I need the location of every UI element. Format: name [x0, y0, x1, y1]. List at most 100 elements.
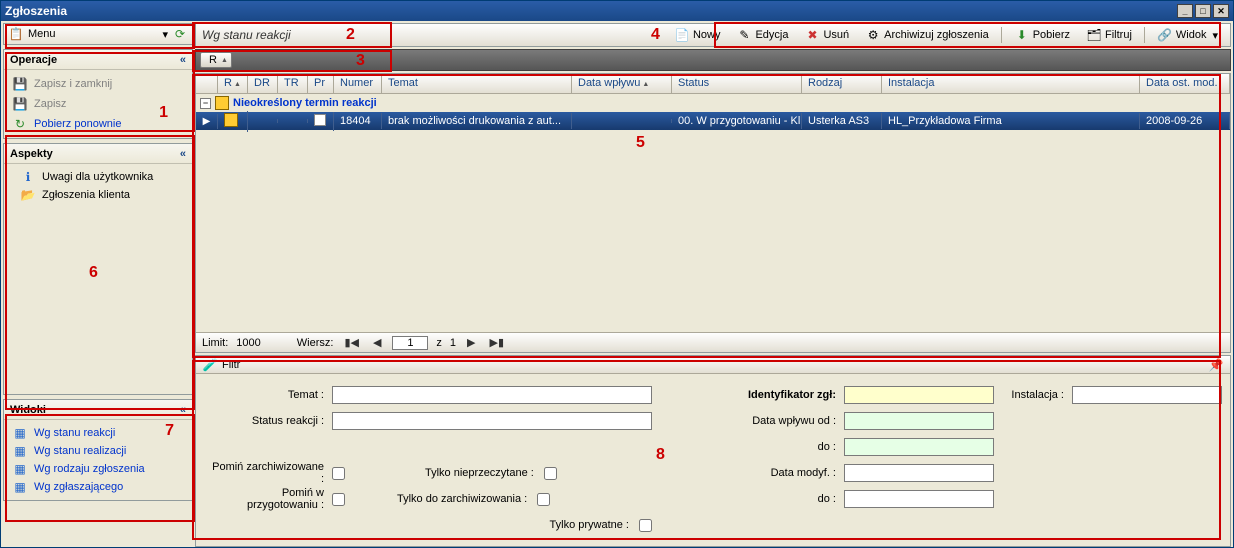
label-data-modyf: Data modyf. :: [710, 467, 840, 479]
col-rodzaj[interactable]: Rodzaj: [802, 74, 882, 93]
check-pomin-przyg[interactable]: [332, 493, 345, 506]
operations-header[interactable]: Operacje «: [4, 50, 192, 70]
minimize-button[interactable]: _: [1177, 4, 1193, 18]
refresh-icon[interactable]: ⟳: [172, 26, 188, 42]
aspects-header[interactable]: Aspekty «: [4, 144, 192, 164]
chevron-up-icon: «: [180, 148, 186, 160]
input-status-reakcji[interactable]: [332, 412, 652, 430]
check-tylko-priv[interactable]: [639, 519, 652, 532]
annotation-7: 7: [165, 422, 174, 440]
input-data-modyf[interactable]: [844, 464, 994, 482]
edit-icon: ✎: [736, 27, 752, 43]
grid-footer: Limit: 1000 Wiersz: ▮◀ ◀ z 1 ▶ ▶▮: [196, 332, 1230, 352]
aspect-user-notes[interactable]: ℹ Uwagi dla użytkownika: [10, 168, 186, 186]
grid-header: R▲ DR TR Pr Numer Temat Data wpływu▲ Sta…: [196, 74, 1230, 94]
label-pomin-zarch: Pomiń zarchiwizowane :: [208, 461, 328, 485]
titlebar: Zgłoszenia _ □ ✕: [1, 1, 1233, 21]
check-tylko-nieprz[interactable]: [544, 467, 557, 480]
header-toolbar: Wg stanu reakcji 2 4 📄Nowy ✎Edycja ✖Usuń…: [195, 23, 1231, 47]
next-page-button[interactable]: ▶: [464, 336, 478, 349]
group-chip-r[interactable]: R: [200, 52, 232, 68]
col-r[interactable]: R▲: [218, 74, 248, 93]
page-input[interactable]: [392, 336, 428, 350]
view-icon: ▦: [12, 479, 28, 495]
group-row[interactable]: − Nieokreślony termin reakcji: [196, 94, 1230, 112]
group-label: Nieokreślony termin reakcji: [233, 97, 377, 109]
edit-button[interactable]: ✎Edycja: [730, 24, 794, 46]
annotation-4: 4: [651, 26, 660, 44]
cell-instalacja: HL_Przykładowa Firma: [882, 113, 1140, 129]
current-view-title: Wg stanu reakcji: [202, 28, 392, 42]
label-status-reakcji: Status reakcji :: [208, 415, 328, 427]
views-header[interactable]: Widoki «: [4, 400, 192, 420]
label-tylko-do-arch: Tylko do zarchiwizowania :: [397, 493, 531, 505]
views-title: Widoki: [10, 404, 46, 416]
label-tylko-priv: Tylko prywatne :: [550, 519, 633, 531]
filter-button[interactable]: 🗂Filtruj: [1080, 24, 1138, 46]
gear-icon: ⚙: [865, 27, 881, 43]
refresh-icon: ↻: [12, 116, 28, 132]
col-numer[interactable]: Numer: [334, 74, 382, 93]
archive-button[interactable]: ⚙Archiwizuj zgłoszenia: [859, 24, 995, 46]
close-button[interactable]: ✕: [1213, 4, 1229, 18]
chevron-up-icon: «: [180, 404, 186, 416]
view-by-reporter[interactable]: ▦ Wg zgłaszającego: [10, 478, 186, 496]
download-button[interactable]: ⬇Pobierz: [1008, 24, 1076, 46]
label-tylko-nieprz: Tylko nieprzeczytane :: [425, 467, 538, 479]
check-pomin-zarch[interactable]: [332, 467, 345, 480]
delete-button[interactable]: ✖Usuń: [798, 24, 855, 46]
view-button[interactable]: 🔗Widok▾: [1151, 24, 1224, 46]
input-instalacja[interactable]: [1072, 386, 1222, 404]
page-sep: z: [436, 337, 442, 349]
save-icon: 💾: [12, 76, 28, 92]
col-data-ost-mod[interactable]: Data ost. mod.: [1140, 74, 1230, 93]
col-instalacja[interactable]: Instalacja: [882, 74, 1140, 93]
table-row[interactable]: ▶ 18404 brak możliwości drukowania z aut…: [196, 112, 1230, 130]
new-button[interactable]: 📄Nowy: [668, 24, 727, 46]
view-by-realization[interactable]: ▦ Wg stanu realizacji: [10, 442, 186, 460]
maximize-button[interactable]: □: [1195, 4, 1211, 18]
cell-data-ost-mod: 2008-09-26: [1140, 113, 1230, 129]
operation-save-close: 💾 Zapisz i zamknij: [10, 74, 186, 94]
col-tr[interactable]: TR: [278, 74, 308, 93]
input-data-wplywu-do[interactable]: [844, 438, 994, 456]
cell-temat: brak możliwości drukowania z aut...: [382, 113, 572, 129]
annotation-1: 1: [159, 104, 168, 122]
input-identyfikator[interactable]: [844, 386, 994, 404]
data-grid: R▲ DR TR Pr Numer Temat Data wpływu▲ Sta…: [195, 73, 1231, 353]
menu-bar[interactable]: 📋 Menu ▾ ⟳: [3, 23, 193, 45]
info-icon: ℹ: [20, 169, 36, 185]
save-icon: 💾: [12, 96, 28, 112]
cell-data-wplywu: [572, 119, 672, 123]
col-temat[interactable]: Temat: [382, 74, 572, 93]
pin-icon[interactable]: 📌: [1208, 357, 1224, 373]
check-tylko-do-arch[interactable]: [537, 493, 550, 506]
label-instalacja: Instalacja :: [998, 389, 1068, 401]
col-dr[interactable]: DR: [248, 74, 278, 93]
col-pr[interactable]: Pr: [308, 74, 334, 93]
filter-header: 🧪 Filtr 📌: [196, 356, 1230, 374]
chevron-down-icon: ▾: [1212, 29, 1218, 42]
prev-page-button[interactable]: ◀: [370, 336, 384, 349]
aspect-client-tickets[interactable]: 📂 Zgłoszenia klienta: [10, 186, 186, 204]
label-do-1: do :: [710, 441, 840, 453]
view-by-type[interactable]: ▦ Wg rodzaju zgłoszenia: [10, 460, 186, 478]
first-page-button[interactable]: ▮◀: [341, 336, 362, 349]
collapse-icon[interactable]: −: [200, 98, 211, 109]
input-data-modyf-do[interactable]: [844, 490, 994, 508]
col-status[interactable]: Status: [672, 74, 802, 93]
folder-icon: 📂: [20, 187, 36, 203]
aspects-panel: Aspekty « ℹ Uwagi dla użytkownika 📂 Zgło…: [3, 143, 193, 395]
annotation-3: 3: [356, 52, 365, 70]
last-page-button[interactable]: ▶▮: [487, 336, 508, 349]
annotation-8: 8: [656, 446, 665, 464]
col-data-wplywu[interactable]: Data wpływu▲: [572, 74, 672, 93]
col-indicator[interactable]: [196, 74, 218, 93]
input-temat[interactable]: [332, 386, 652, 404]
row-indicator: ▶: [196, 114, 218, 129]
window-title: Zgłoszenia: [5, 4, 67, 18]
view-by-reaction[interactable]: ▦ Wg stanu reakcji: [10, 424, 186, 442]
view-icon: ▦: [12, 461, 28, 477]
group-by-bar[interactable]: R 3: [195, 49, 1231, 71]
input-data-wplywu-od[interactable]: [844, 412, 994, 430]
